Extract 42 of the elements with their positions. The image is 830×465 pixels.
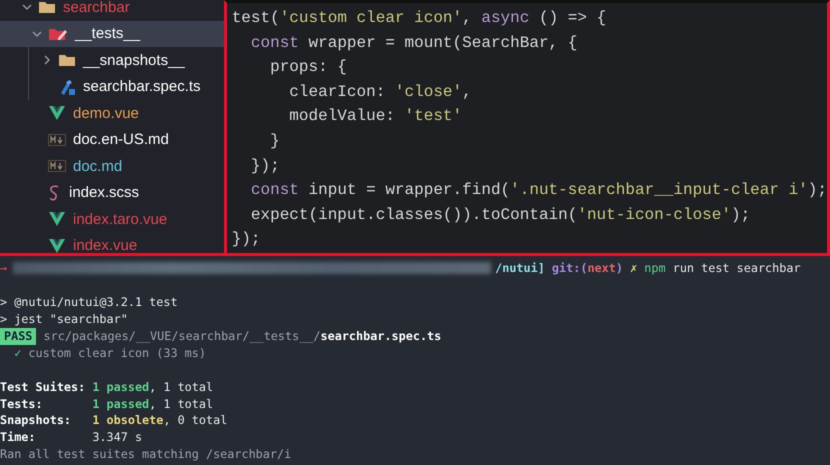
terminal-text: → (0, 261, 8, 276)
vue-icon (48, 211, 66, 228)
tree-item[interactable]: doc.en-US.md (0, 126, 224, 153)
chevron-down-icon (32, 28, 42, 39)
tree-item[interactable]: demo.vue (0, 100, 224, 126)
code-line: } (269, 130, 281, 152)
vue-icon (48, 238, 66, 254)
terminal-text: Ran all test suites matching /searchbar/i (0, 447, 292, 462)
terminal-text: Time: 3.347 s (0, 430, 142, 444)
terminal-text: > jest "searchbar" (0, 312, 128, 326)
code-line: const wrapper = mount(SearchBar, { (250, 32, 578, 54)
vue-icon (48, 105, 66, 122)
terminal-text: > @nutui/nutui@3.2.1 test (0, 295, 178, 310)
chevron-down-icon (22, 2, 32, 12)
tree-item[interactable]: searchbar (0, 0, 224, 20)
code-line: test('custom clear icon', async () => { (232, 8, 608, 29)
tree-item[interactable]: index.vue (0, 232, 224, 259)
chevron-right-icon (42, 55, 52, 66)
markdown-icon (48, 160, 66, 172)
code-line: clearIcon: 'close', (288, 82, 473, 103)
terminal-text: /nutui] git:(next) ✗ npm run test searchbar (495, 261, 801, 276)
code-line: }); (232, 229, 262, 250)
tree-item[interactable]: doc.md (0, 153, 224, 180)
terminal-text: Snapshots: 1 obsolete, 0 total (0, 413, 228, 428)
tree-item[interactable]: searchbar.spec.ts (0, 74, 224, 100)
folder-icon (58, 53, 76, 68)
markdown-icon (48, 134, 66, 146)
terminal-text: ✓ custom clear icon (33 ms) (13, 346, 206, 360)
pass-badge: PASS (0, 328, 36, 345)
terminal-text: Tests: 1 passed, 1 total (0, 396, 214, 411)
code-line: props: { (269, 57, 348, 78)
code-line: modelValue: 'test' (288, 106, 464, 128)
code-line: expect(input.classes()).toContain('nut-icon-close'); (250, 204, 752, 226)
folder-icon (38, 0, 56, 14)
tree-item[interactable]: __snapshots__ (0, 47, 224, 74)
code-line: }); (250, 156, 281, 177)
terminal-text: src/packages/__VUE/searchbar/__tests__/searchbar.spec.ts (42, 329, 442, 343)
code-line: const input = wrapper.find('.nut-searchbar__input-clear i'); (250, 180, 827, 202)
terminal-text: Test Suites: 1 passed, 1 total (0, 380, 214, 394)
tree-item[interactable]: index.scss (0, 180, 224, 206)
tree-item[interactable]: index.taro.vue (0, 206, 224, 232)
tree-item[interactable]: __tests__ (0, 20, 224, 47)
